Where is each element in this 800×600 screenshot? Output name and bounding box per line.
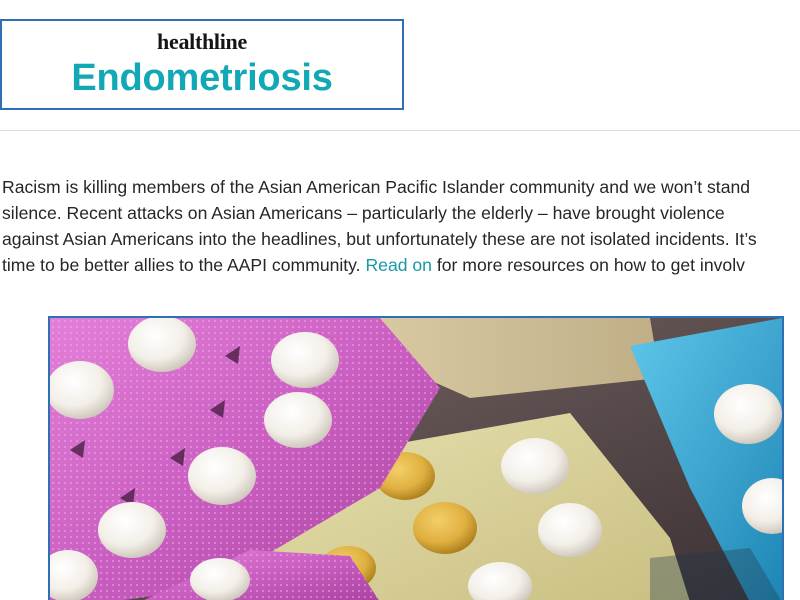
- community-title: Endometriosis: [71, 57, 333, 99]
- intro-line-3: against Asian Americans into the headlin…: [2, 229, 757, 249]
- read-on-link[interactable]: Read on: [365, 255, 432, 275]
- intro-line-1: Racism is killing members of the Asian A…: [2, 177, 751, 197]
- brand-wordmark: healthline: [157, 29, 247, 54]
- pill-image-illustration: [50, 318, 782, 600]
- intro-line-4-start: time to be better allies to the AAPI com…: [2, 255, 366, 275]
- intro-line-4-end: for more resources on how to get involv: [431, 255, 745, 275]
- site-logo[interactable]: healthline Endometriosis: [0, 19, 404, 110]
- intro-line-4: time to be better allies to the AAPI com…: [2, 252, 800, 278]
- intro-line-2: silence. Recent attacks on Asian America…: [2, 203, 725, 223]
- header-divider: [0, 130, 800, 131]
- pill-blister-packs-image: [48, 316, 784, 600]
- intro-paragraph: Racism is killing members of the Asian A…: [2, 174, 800, 282]
